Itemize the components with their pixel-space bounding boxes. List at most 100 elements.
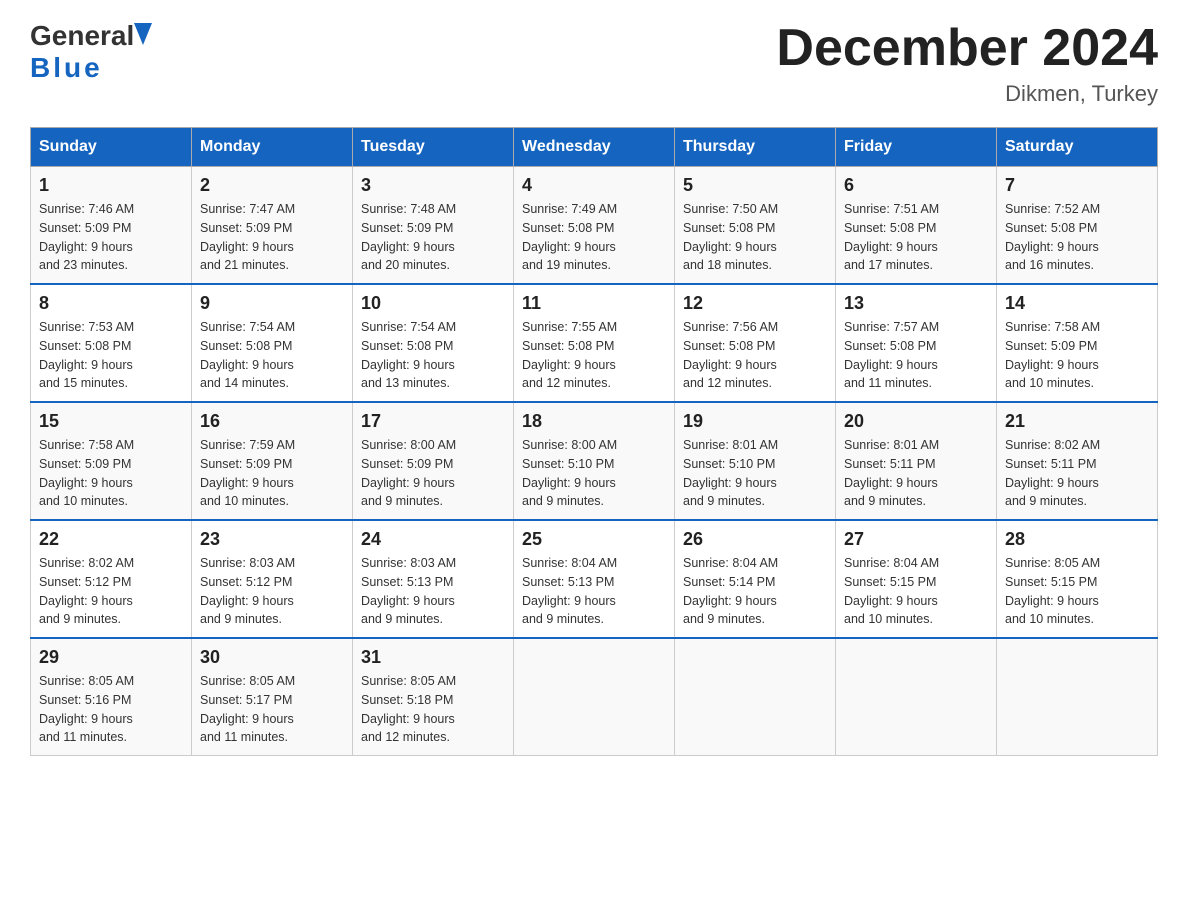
calendar-day-cell: 6 Sunrise: 7:51 AM Sunset: 5:08 PM Dayli… bbox=[836, 167, 997, 285]
day-number: 6 bbox=[844, 175, 988, 196]
day-number: 19 bbox=[683, 411, 827, 432]
day-info: Sunrise: 7:55 AM Sunset: 5:08 PM Dayligh… bbox=[522, 318, 666, 393]
calendar-table: SundayMondayTuesdayWednesdayThursdayFrid… bbox=[30, 127, 1158, 756]
logo-blue-text: Blue bbox=[30, 52, 103, 83]
day-info: Sunrise: 8:00 AM Sunset: 5:10 PM Dayligh… bbox=[522, 436, 666, 511]
day-number: 14 bbox=[1005, 293, 1149, 314]
calendar-week-row: 1 Sunrise: 7:46 AM Sunset: 5:09 PM Dayli… bbox=[31, 167, 1158, 285]
day-info: Sunrise: 7:58 AM Sunset: 5:09 PM Dayligh… bbox=[39, 436, 183, 511]
day-number: 20 bbox=[844, 411, 988, 432]
calendar-day-cell: 18 Sunrise: 8:00 AM Sunset: 5:10 PM Dayl… bbox=[514, 402, 675, 520]
day-info: Sunrise: 8:00 AM Sunset: 5:09 PM Dayligh… bbox=[361, 436, 505, 511]
day-number: 21 bbox=[1005, 411, 1149, 432]
day-number: 12 bbox=[683, 293, 827, 314]
calendar-day-cell: 9 Sunrise: 7:54 AM Sunset: 5:08 PM Dayli… bbox=[192, 284, 353, 402]
day-number: 1 bbox=[39, 175, 183, 196]
calendar-day-cell: 27 Sunrise: 8:04 AM Sunset: 5:15 PM Dayl… bbox=[836, 520, 997, 638]
day-info: Sunrise: 7:53 AM Sunset: 5:08 PM Dayligh… bbox=[39, 318, 183, 393]
day-number: 28 bbox=[1005, 529, 1149, 550]
day-number: 16 bbox=[200, 411, 344, 432]
day-number: 10 bbox=[361, 293, 505, 314]
day-number: 26 bbox=[683, 529, 827, 550]
day-info: Sunrise: 8:01 AM Sunset: 5:11 PM Dayligh… bbox=[844, 436, 988, 511]
calendar-day-cell: 21 Sunrise: 8:02 AM Sunset: 5:11 PM Dayl… bbox=[997, 402, 1158, 520]
calendar-day-cell: 13 Sunrise: 7:57 AM Sunset: 5:08 PM Dayl… bbox=[836, 284, 997, 402]
day-info: Sunrise: 7:57 AM Sunset: 5:08 PM Dayligh… bbox=[844, 318, 988, 393]
calendar-day-cell bbox=[514, 638, 675, 756]
day-number: 31 bbox=[361, 647, 505, 668]
day-number: 29 bbox=[39, 647, 183, 668]
calendar-day-header: Sunday bbox=[31, 128, 192, 167]
day-number: 13 bbox=[844, 293, 988, 314]
calendar-day-cell: 22 Sunrise: 8:02 AM Sunset: 5:12 PM Dayl… bbox=[31, 520, 192, 638]
calendar-day-cell bbox=[997, 638, 1158, 756]
day-number: 30 bbox=[200, 647, 344, 668]
calendar-day-cell: 5 Sunrise: 7:50 AM Sunset: 5:08 PM Dayli… bbox=[675, 167, 836, 285]
day-info: Sunrise: 7:51 AM Sunset: 5:08 PM Dayligh… bbox=[844, 200, 988, 275]
calendar-day-cell: 1 Sunrise: 7:46 AM Sunset: 5:09 PM Dayli… bbox=[31, 167, 192, 285]
calendar-day-header: Friday bbox=[836, 128, 997, 167]
day-info: Sunrise: 7:47 AM Sunset: 5:09 PM Dayligh… bbox=[200, 200, 344, 275]
logo-arrow-icon bbox=[134, 23, 152, 45]
calendar-day-header: Tuesday bbox=[353, 128, 514, 167]
calendar-day-cell: 4 Sunrise: 7:49 AM Sunset: 5:08 PM Dayli… bbox=[514, 167, 675, 285]
calendar-day-cell: 14 Sunrise: 7:58 AM Sunset: 5:09 PM Dayl… bbox=[997, 284, 1158, 402]
day-number: 5 bbox=[683, 175, 827, 196]
day-number: 22 bbox=[39, 529, 183, 550]
day-info: Sunrise: 8:05 AM Sunset: 5:17 PM Dayligh… bbox=[200, 672, 344, 747]
day-info: Sunrise: 7:52 AM Sunset: 5:08 PM Dayligh… bbox=[1005, 200, 1149, 275]
location-title: Dikmen, Turkey bbox=[776, 81, 1158, 107]
day-info: Sunrise: 7:50 AM Sunset: 5:08 PM Dayligh… bbox=[683, 200, 827, 275]
day-number: 3 bbox=[361, 175, 505, 196]
calendar-day-header: Saturday bbox=[997, 128, 1158, 167]
day-info: Sunrise: 8:04 AM Sunset: 5:14 PM Dayligh… bbox=[683, 554, 827, 629]
day-info: Sunrise: 8:05 AM Sunset: 5:16 PM Dayligh… bbox=[39, 672, 183, 747]
day-number: 23 bbox=[200, 529, 344, 550]
day-number: 11 bbox=[522, 293, 666, 314]
calendar-week-row: 22 Sunrise: 8:02 AM Sunset: 5:12 PM Dayl… bbox=[31, 520, 1158, 638]
day-info: Sunrise: 8:05 AM Sunset: 5:15 PM Dayligh… bbox=[1005, 554, 1149, 629]
calendar-day-cell: 15 Sunrise: 7:58 AM Sunset: 5:09 PM Dayl… bbox=[31, 402, 192, 520]
day-info: Sunrise: 7:48 AM Sunset: 5:09 PM Dayligh… bbox=[361, 200, 505, 275]
day-info: Sunrise: 7:59 AM Sunset: 5:09 PM Dayligh… bbox=[200, 436, 344, 511]
day-number: 4 bbox=[522, 175, 666, 196]
day-info: Sunrise: 7:54 AM Sunset: 5:08 PM Dayligh… bbox=[361, 318, 505, 393]
day-number: 27 bbox=[844, 529, 988, 550]
day-info: Sunrise: 7:49 AM Sunset: 5:08 PM Dayligh… bbox=[522, 200, 666, 275]
calendar-day-cell: 8 Sunrise: 7:53 AM Sunset: 5:08 PM Dayli… bbox=[31, 284, 192, 402]
calendar-day-header: Thursday bbox=[675, 128, 836, 167]
day-info: Sunrise: 8:01 AM Sunset: 5:10 PM Dayligh… bbox=[683, 436, 827, 511]
day-info: Sunrise: 8:02 AM Sunset: 5:11 PM Dayligh… bbox=[1005, 436, 1149, 511]
day-info: Sunrise: 7:56 AM Sunset: 5:08 PM Dayligh… bbox=[683, 318, 827, 393]
calendar-day-cell bbox=[675, 638, 836, 756]
day-info: Sunrise: 8:04 AM Sunset: 5:15 PM Dayligh… bbox=[844, 554, 988, 629]
calendar-day-cell bbox=[836, 638, 997, 756]
page-header: General Blue December 2024 Dikmen, Turke… bbox=[30, 20, 1158, 107]
day-number: 9 bbox=[200, 293, 344, 314]
day-number: 2 bbox=[200, 175, 344, 196]
day-info: Sunrise: 7:58 AM Sunset: 5:09 PM Dayligh… bbox=[1005, 318, 1149, 393]
logo-area: General Blue bbox=[30, 20, 152, 84]
day-info: Sunrise: 7:54 AM Sunset: 5:08 PM Dayligh… bbox=[200, 318, 344, 393]
day-info: Sunrise: 8:02 AM Sunset: 5:12 PM Dayligh… bbox=[39, 554, 183, 629]
calendar-header-row: SundayMondayTuesdayWednesdayThursdayFrid… bbox=[31, 128, 1158, 167]
logo-general-text: General bbox=[30, 20, 134, 52]
day-info: Sunrise: 8:03 AM Sunset: 5:13 PM Dayligh… bbox=[361, 554, 505, 629]
calendar-day-cell: 25 Sunrise: 8:04 AM Sunset: 5:13 PM Dayl… bbox=[514, 520, 675, 638]
calendar-week-row: 8 Sunrise: 7:53 AM Sunset: 5:08 PM Dayli… bbox=[31, 284, 1158, 402]
calendar-day-cell: 16 Sunrise: 7:59 AM Sunset: 5:09 PM Dayl… bbox=[192, 402, 353, 520]
calendar-day-cell: 10 Sunrise: 7:54 AM Sunset: 5:08 PM Dayl… bbox=[353, 284, 514, 402]
day-number: 25 bbox=[522, 529, 666, 550]
calendar-day-cell: 30 Sunrise: 8:05 AM Sunset: 5:17 PM Dayl… bbox=[192, 638, 353, 756]
title-area: December 2024 Dikmen, Turkey bbox=[776, 20, 1158, 107]
calendar-day-cell: 17 Sunrise: 8:00 AM Sunset: 5:09 PM Dayl… bbox=[353, 402, 514, 520]
calendar-day-cell: 11 Sunrise: 7:55 AM Sunset: 5:08 PM Dayl… bbox=[514, 284, 675, 402]
day-info: Sunrise: 7:46 AM Sunset: 5:09 PM Dayligh… bbox=[39, 200, 183, 275]
day-number: 24 bbox=[361, 529, 505, 550]
calendar-day-cell: 2 Sunrise: 7:47 AM Sunset: 5:09 PM Dayli… bbox=[192, 167, 353, 285]
day-number: 15 bbox=[39, 411, 183, 432]
day-number: 7 bbox=[1005, 175, 1149, 196]
calendar-day-cell: 23 Sunrise: 8:03 AM Sunset: 5:12 PM Dayl… bbox=[192, 520, 353, 638]
calendar-day-cell: 12 Sunrise: 7:56 AM Sunset: 5:08 PM Dayl… bbox=[675, 284, 836, 402]
month-title: December 2024 bbox=[776, 20, 1158, 77]
